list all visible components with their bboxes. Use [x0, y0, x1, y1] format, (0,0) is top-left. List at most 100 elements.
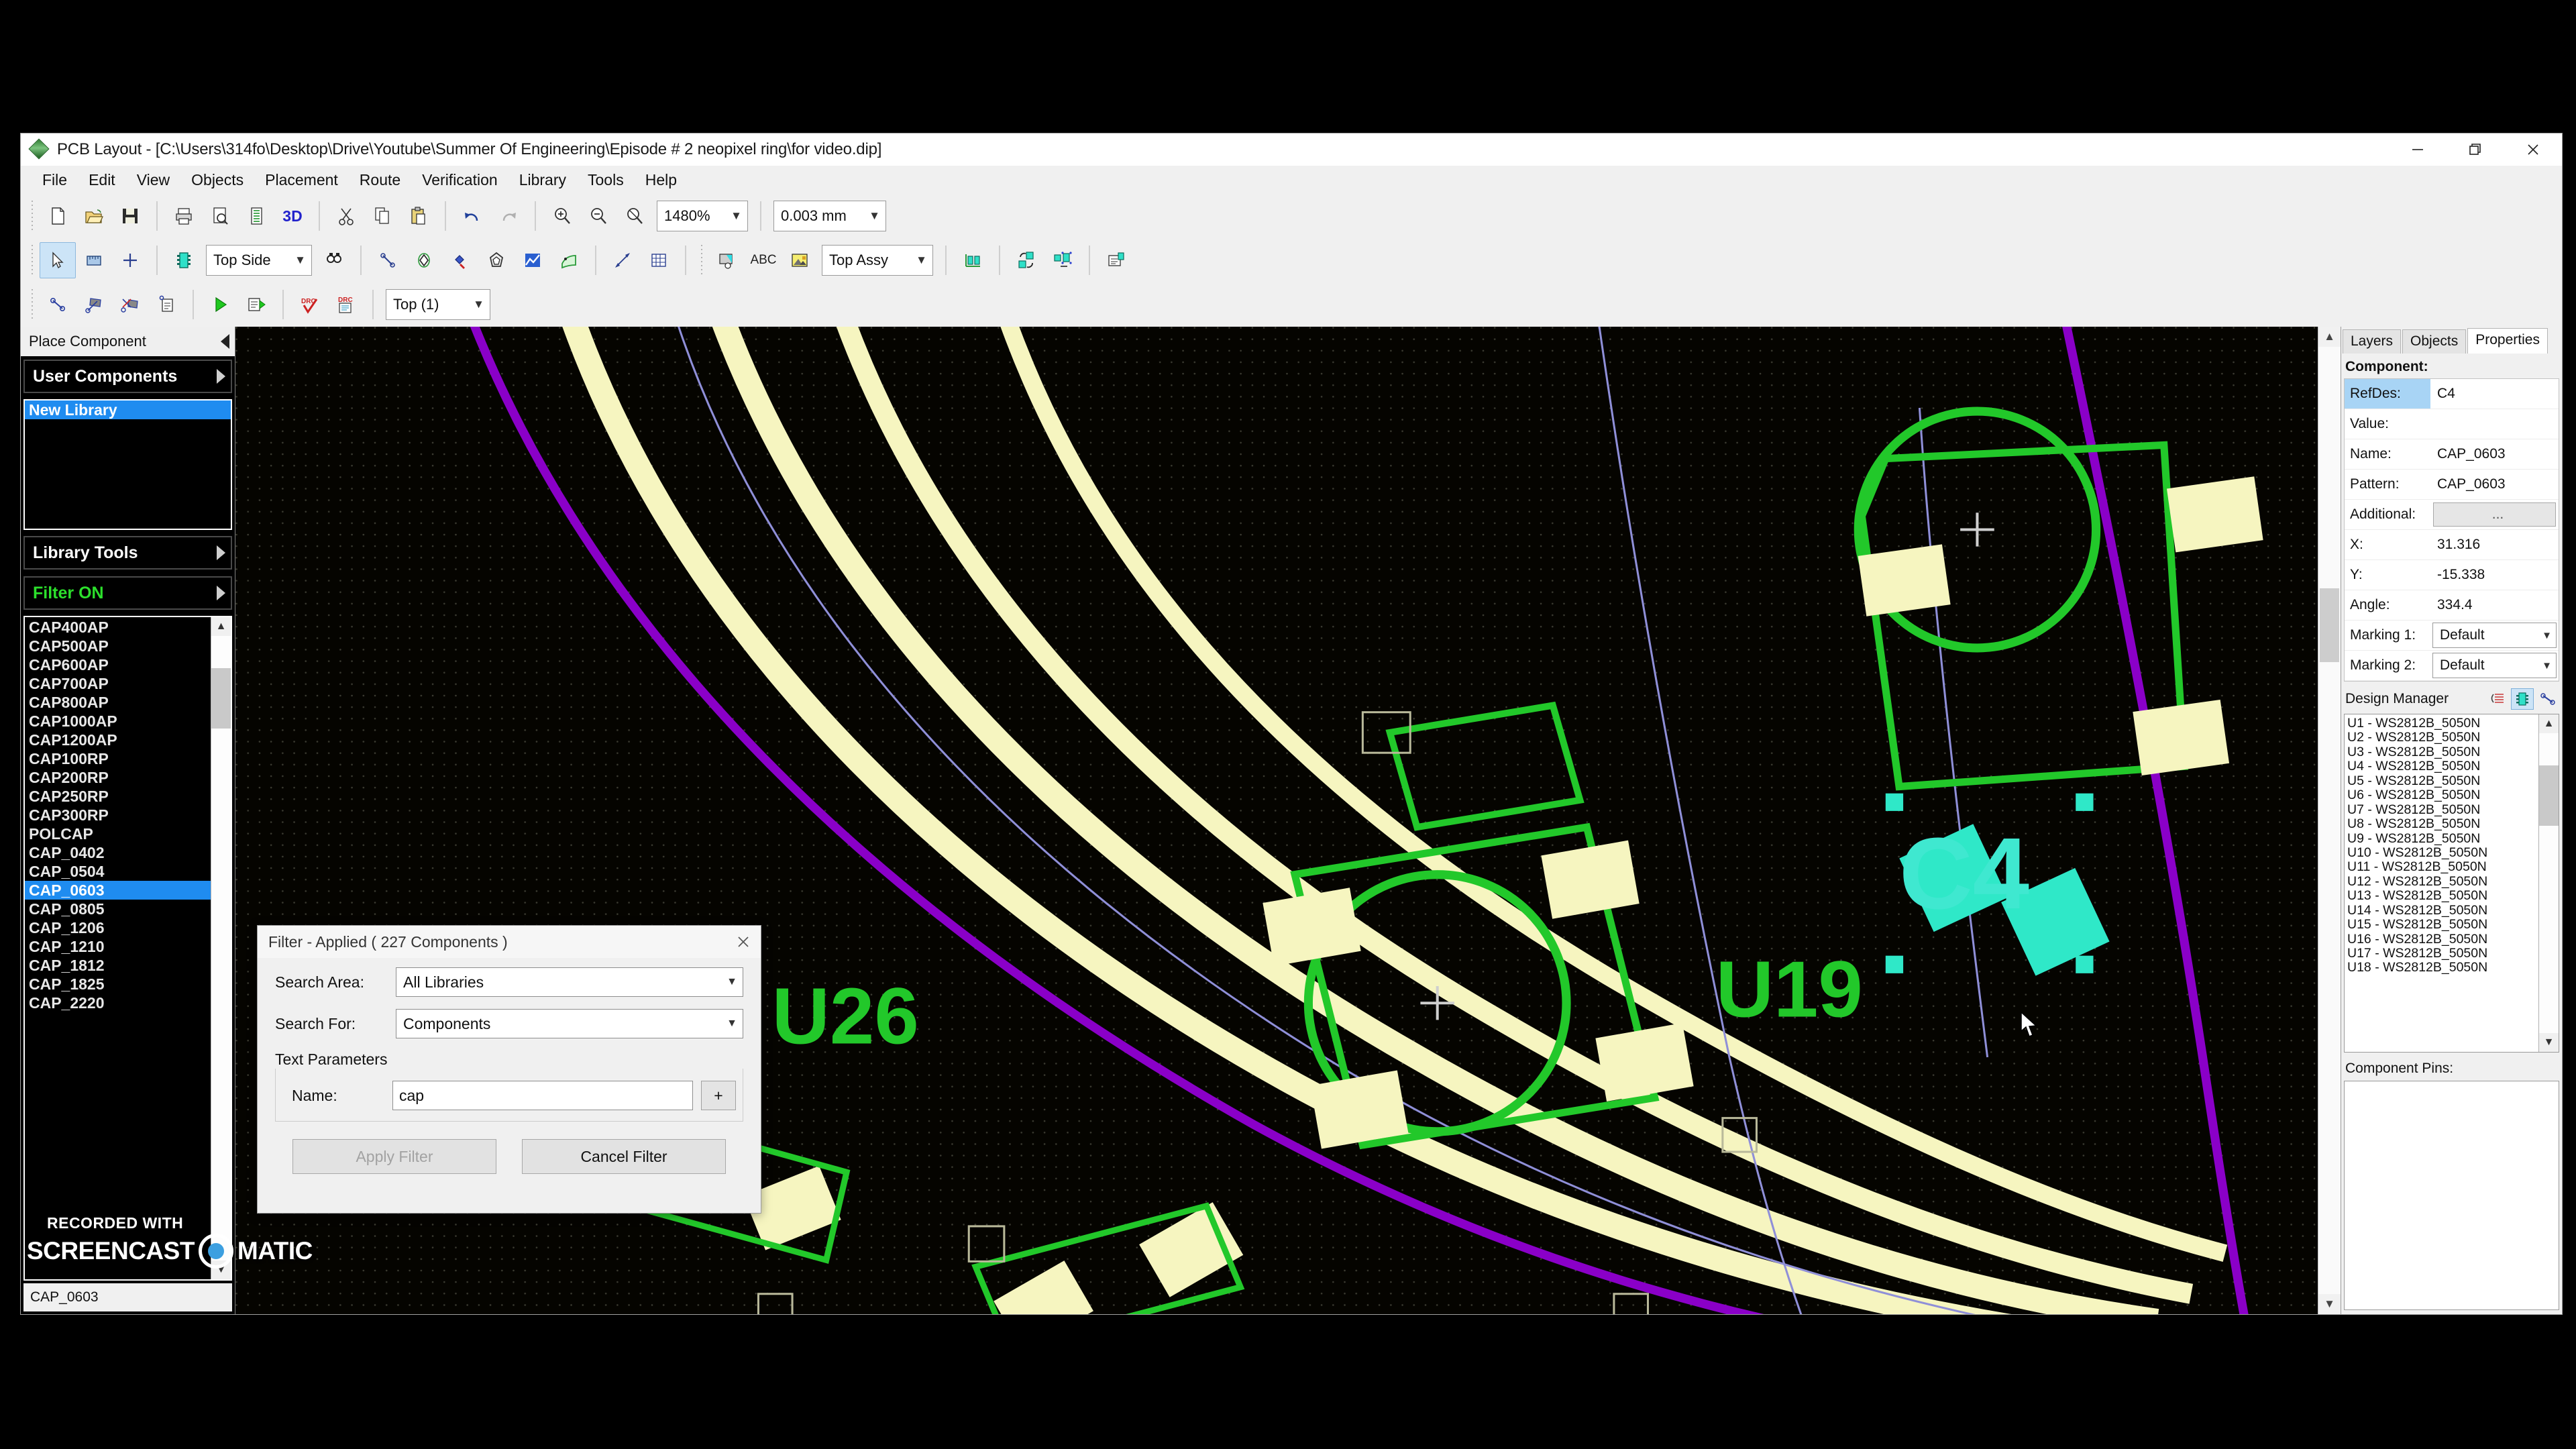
property-row-y[interactable]: Y: -15.338 [2345, 560, 2559, 590]
list-item[interactable]: CAP_1210 [25, 937, 211, 956]
place-copper-pour-icon[interactable] [515, 242, 551, 278]
view-3d-icon[interactable]: 3D [274, 198, 311, 234]
library-tools-header[interactable]: Library Tools [23, 536, 232, 570]
report-icon[interactable] [238, 198, 274, 234]
property-value[interactable]: C4 [2430, 379, 2559, 409]
design-manager-listbox[interactable]: U1 - WS2812B_5050N U2 - WS2812B_5050N U3… [2344, 714, 2559, 1053]
list-item[interactable]: U1 - WS2812B_5050N [2347, 716, 2538, 731]
collapse-left-icon[interactable] [221, 334, 229, 349]
list-item[interactable]: CAP500AP [25, 637, 211, 655]
list-item[interactable]: U11 - WS2812B_5050N [2347, 859, 2538, 874]
component-list-icon[interactable] [955, 242, 991, 278]
list-item[interactable]: U5 - WS2812B_5050N [2347, 773, 2538, 788]
property-value[interactable]: 334.4 [2430, 590, 2559, 620]
place-component-header[interactable]: Place Component [21, 327, 235, 356]
menu-placement[interactable]: Placement [254, 168, 349, 192]
route-layer-combo[interactable]: Top (1) ▼ [386, 289, 490, 320]
list-item[interactable]: U10 - WS2812B_5050N [2347, 845, 2538, 860]
menu-library[interactable]: Library [508, 168, 577, 192]
scroll-down-icon[interactable]: ▼ [2539, 1033, 2559, 1052]
additional-button[interactable]: ... [2433, 502, 2556, 527]
measure-tool-icon[interactable] [76, 242, 112, 278]
route-report-icon[interactable] [148, 286, 184, 323]
zoom-level-combo[interactable]: 1480% ▼ [657, 201, 748, 231]
filter-dialog[interactable]: Filter - Applied ( 227 Components ) Sear… [257, 925, 761, 1214]
toolbar-grip[interactable] [698, 245, 705, 276]
scroll-down-icon[interactable]: ▼ [2318, 1294, 2341, 1314]
property-value[interactable]: 31.316 [2430, 530, 2559, 559]
find-component-icon[interactable] [316, 242, 352, 278]
assembly-layer-combo[interactable]: Top Assy ▼ [822, 245, 933, 276]
list-item[interactable]: U17 - WS2812B_5050N [2347, 946, 2538, 961]
menu-file[interactable]: File [32, 168, 78, 192]
list-item[interactable]: CAP_1206 [25, 918, 211, 937]
route-manual-icon[interactable] [40, 286, 76, 323]
run-autorouter-icon[interactable] [202, 286, 238, 323]
zoom-out-icon[interactable] [580, 198, 616, 234]
place-pad-icon[interactable] [406, 242, 442, 278]
property-row-name[interactable]: Name: CAP_0603 [2345, 439, 2559, 470]
list-item[interactable]: U12 - WS2812B_5050N [2347, 874, 2538, 889]
list-item[interactable]: U4 - WS2812B_5050N [2347, 759, 2538, 773]
property-row-value[interactable]: Value: [2345, 409, 2559, 439]
scrollbar-thumb[interactable] [211, 668, 231, 729]
scrollbar-thumb[interactable] [2320, 588, 2339, 662]
toolbar-grip[interactable] [29, 289, 36, 320]
apply-filter-button[interactable]: Apply Filter [292, 1139, 496, 1174]
menu-help[interactable]: Help [635, 168, 688, 192]
unroute-icon[interactable] [112, 286, 148, 323]
zoom-in-icon[interactable] [544, 198, 580, 234]
grid-toggle-icon[interactable] [641, 242, 677, 278]
component-list-scrollbar[interactable]: ▲ ▼ [211, 617, 231, 1279]
list-item[interactable]: CAP800AP [25, 693, 211, 712]
list-item[interactable]: CAP1200AP [25, 731, 211, 749]
toolbar-grip[interactable] [29, 245, 36, 276]
route-all-icon[interactable] [76, 286, 112, 323]
marking2-combo[interactable]: Default ▼ [2432, 653, 2557, 678]
tab-layers[interactable]: Layers [2343, 329, 2402, 354]
list-item[interactable]: U3 - WS2812B_5050N [2347, 745, 2538, 759]
open-file-icon[interactable] [76, 198, 112, 234]
canvas-vertical-scrollbar[interactable]: ▲ ▼ [2318, 327, 2341, 1314]
component-pins-listbox[interactable] [2344, 1081, 2559, 1310]
list-item[interactable]: CAP_1825 [25, 975, 211, 994]
expand-right-icon[interactable] [217, 545, 225, 560]
scroll-down-icon[interactable]: ▼ [211, 1260, 231, 1279]
list-item[interactable]: CAP_0402 [25, 843, 211, 862]
property-row-x[interactable]: X: 31.316 [2345, 530, 2559, 560]
scrollbar-thumb[interactable] [2539, 765, 2559, 826]
property-value[interactable]: -15.338 [2430, 560, 2559, 590]
list-item[interactable]: U9 - WS2812B_5050N [2347, 831, 2538, 846]
scrollbar-track[interactable] [211, 636, 231, 1260]
autorouter-settings-icon[interactable] [238, 286, 274, 323]
search-area-combo[interactable]: All Libraries ▼ [396, 967, 743, 997]
cancel-filter-button[interactable]: Cancel Filter [522, 1139, 726, 1174]
menu-edit[interactable]: Edit [78, 168, 126, 192]
list-item[interactable]: CAP_0805 [25, 900, 211, 918]
list-item[interactable]: U15 - WS2812B_5050N [2347, 917, 2538, 932]
list-item[interactable]: U8 - WS2812B_5050N [2347, 816, 2538, 831]
place-keepout-icon[interactable] [551, 242, 587, 278]
list-item[interactable]: CAP_0504 [25, 862, 211, 881]
scrollbar-track[interactable] [2318, 347, 2341, 1294]
list-item[interactable]: New Library [25, 400, 231, 419]
expand-right-icon[interactable] [217, 586, 225, 600]
name-filter-input[interactable]: cap [392, 1081, 693, 1110]
property-row-angle[interactable]: Angle: 334.4 [2345, 590, 2559, 621]
origin-tool-icon[interactable] [112, 242, 148, 278]
search-for-combo[interactable]: Components ▼ [396, 1009, 743, 1038]
property-value[interactable] [2430, 409, 2559, 439]
place-via-icon[interactable] [442, 242, 478, 278]
list-item[interactable]: U7 - WS2812B_5050N [2347, 802, 2538, 817]
list-item[interactable]: CAP300RP [25, 806, 211, 824]
cut-icon[interactable] [328, 198, 364, 234]
menu-route[interactable]: Route [349, 168, 411, 192]
list-item[interactable]: CAP600AP [25, 655, 211, 674]
restore-icon[interactable] [2447, 133, 2504, 166]
list-item[interactable]: CAP200RP [25, 768, 211, 787]
select-tool-icon[interactable] [40, 242, 76, 278]
component-listbox[interactable]: CAP400AP CAP500AP CAP600AP CAP700AP CAP8… [23, 616, 232, 1281]
minimize-icon[interactable] [2389, 133, 2447, 166]
save-file-icon[interactable] [112, 198, 148, 234]
board-side-combo[interactable]: Top Side ▼ [206, 245, 312, 276]
